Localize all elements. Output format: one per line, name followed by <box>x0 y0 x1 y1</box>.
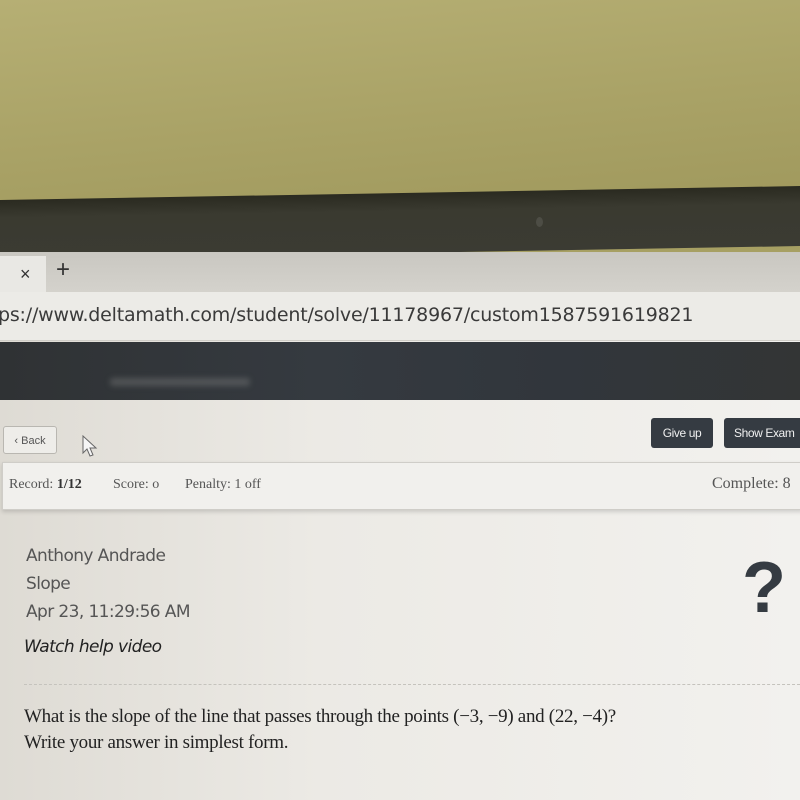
complete-stat: Complete: 8 <box>712 475 791 492</box>
record-label: Record: <box>9 477 54 492</box>
timestamp: Apr 23, 11:29:56 AM <box>26 602 191 622</box>
divider <box>24 684 800 685</box>
watch-help-video-link[interactable]: Watch help video <box>24 637 162 657</box>
problem-info: Anthony Andrade Slope Apr 23, 11:29:56 A… <box>26 542 191 626</box>
question-text: What is the slope of the line that passe… <box>24 704 800 756</box>
question-line-1: What is the slope of the line that passe… <box>24 706 616 727</box>
webcam <box>536 217 543 227</box>
score-stat: Score: o <box>113 477 160 492</box>
question-line-2: Write your answer in simplest form. <box>24 732 289 753</box>
record-bar: Record: 1/12 Score: o Penalty: 1 off Com… <box>2 462 800 510</box>
background-wall <box>0 0 800 215</box>
student-name: Anthony Andrade <box>26 546 166 566</box>
penalty-stat: Penalty: 1 off <box>185 477 261 492</box>
monitor-bezel <box>0 186 800 260</box>
help-question-icon[interactable]: ? <box>742 552 786 624</box>
topic-name: Slope <box>26 574 71 594</box>
record-stat: Record: 1/12 <box>9 477 82 493</box>
record-value: 1/12 <box>56 477 82 492</box>
content-area: Record: 1/12 Score: o Penalty: 1 off Com… <box>0 252 800 800</box>
